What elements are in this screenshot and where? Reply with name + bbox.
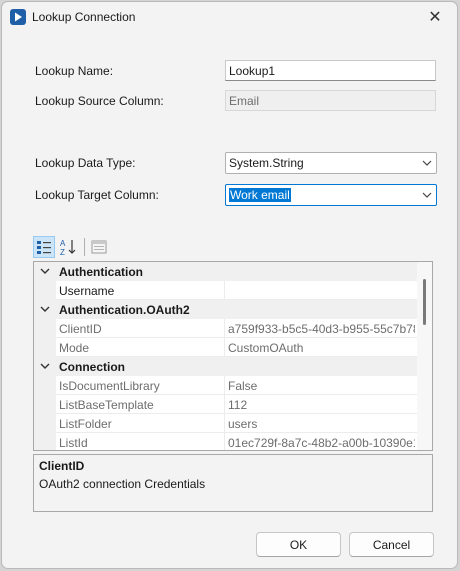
row-gutter — [34, 338, 56, 357]
column-divider — [224, 433, 225, 450]
category-name: Authentication — [59, 265, 143, 279]
lookup-name-input[interactable]: Lookup1 — [225, 60, 436, 81]
close-icon: ✕ — [428, 9, 442, 26]
scrollbar-thumb[interactable] — [423, 279, 426, 325]
property-name: IsDocumentLibrary — [59, 379, 160, 393]
property-category-row[interactable]: Authentication.OAuth2 — [34, 300, 417, 319]
column-divider — [224, 338, 225, 357]
property-name: Mode — [59, 341, 90, 355]
app-icon — [10, 9, 26, 25]
property-value[interactable]: 112 — [228, 398, 415, 412]
chevron-down-icon[interactable] — [40, 267, 50, 275]
ok-button[interactable]: OK — [256, 532, 341, 557]
property-value[interactable]: 01ec729f-8a7c-48b2-a00b-10390e1b — [228, 436, 415, 450]
property-value[interactable]: False — [228, 379, 415, 393]
property-grid-scrollbar[interactable] — [417, 262, 432, 450]
property-category-row[interactable]: Authentication — [34, 262, 417, 281]
window-title: Lookup Connection — [32, 10, 136, 24]
row-gutter — [34, 395, 56, 414]
chevron-down-icon — [422, 192, 432, 198]
chevron-down-icon — [422, 160, 432, 166]
row-gutter — [34, 376, 56, 395]
column-divider — [224, 414, 225, 433]
categorized-button[interactable] — [33, 236, 55, 258]
property-name: ClientID — [59, 322, 102, 336]
property-row[interactable]: ListFolder users — [34, 414, 417, 433]
lookup-name-value: Lookup1 — [229, 64, 276, 78]
description-title: ClientID — [39, 459, 85, 473]
property-pages-button — [88, 236, 110, 258]
property-grid[interactable]: Authentication Username Authentication.OAu… — [33, 261, 433, 451]
title-bar: Lookup Connection ✕ — [2, 2, 457, 32]
source-column-field: Email — [225, 90, 436, 111]
data-type-value: System.String — [229, 156, 304, 170]
data-type-select[interactable]: System.String — [225, 152, 437, 174]
row-gutter — [34, 319, 56, 338]
property-pages-icon — [91, 240, 107, 254]
column-divider — [224, 281, 225, 300]
target-column-value: Work email — [229, 188, 291, 202]
row-gutter — [34, 433, 56, 450]
sort-alpha-icon: A Z — [60, 239, 76, 257]
property-row[interactable]: ClientID a759f933-b5c5-40d3-b955-55c7b78c — [34, 319, 417, 338]
property-row[interactable]: IsDocumentLibrary False — [34, 376, 417, 395]
data-type-label: Lookup Data Type: — [35, 156, 136, 170]
property-name: Username — [59, 284, 115, 298]
row-gutter — [34, 414, 56, 433]
property-value[interactable]: CustomOAuth — [228, 341, 415, 355]
lookup-connection-dialog: Lookup Connection ✕ Lookup Name: Lookup1… — [1, 1, 458, 569]
category-name: Authentication.OAuth2 — [59, 303, 190, 317]
lookup-name-label: Lookup Name: — [35, 64, 114, 78]
categorized-icon — [37, 241, 51, 254]
toolbar-separator — [84, 238, 85, 256]
target-column-label: Lookup Target Column: — [35, 188, 159, 202]
property-row[interactable]: ListId 01ec729f-8a7c-48b2-a00b-10390e1b — [34, 433, 417, 450]
source-column-value: Email — [229, 94, 260, 108]
property-name: ListFolder — [59, 417, 112, 431]
description-text: OAuth2 connection Credentials — [39, 477, 206, 491]
target-column-select[interactable]: Work email — [225, 184, 437, 206]
property-name: ListBaseTemplate — [59, 398, 154, 412]
svg-text:A: A — [60, 239, 66, 248]
chevron-down-icon[interactable] — [40, 305, 50, 313]
close-button[interactable]: ✕ — [413, 2, 457, 32]
chevron-down-icon[interactable] — [40, 362, 50, 370]
property-category-row[interactable]: Connection — [34, 357, 417, 376]
property-row[interactable]: Mode CustomOAuth — [34, 338, 417, 357]
category-name: Connection — [59, 360, 125, 374]
property-row[interactable]: Username — [34, 281, 417, 300]
row-gutter — [34, 281, 56, 300]
svg-text:Z: Z — [60, 248, 65, 257]
property-value[interactable]: a759f933-b5c5-40d3-b955-55c7b78c — [228, 322, 415, 336]
cancel-button[interactable]: Cancel — [349, 532, 434, 557]
property-value[interactable]: users — [228, 417, 415, 431]
column-divider — [224, 395, 225, 414]
alphabetical-button[interactable]: A Z — [58, 236, 80, 258]
property-description-panel: ClientID OAuth2 connection Credentials — [33, 454, 433, 512]
column-divider — [224, 376, 225, 395]
column-divider — [224, 319, 225, 338]
source-column-label: Lookup Source Column: — [35, 94, 164, 108]
property-row[interactable]: ListBaseTemplate 112 — [34, 395, 417, 414]
property-name: ListId — [59, 436, 88, 450]
